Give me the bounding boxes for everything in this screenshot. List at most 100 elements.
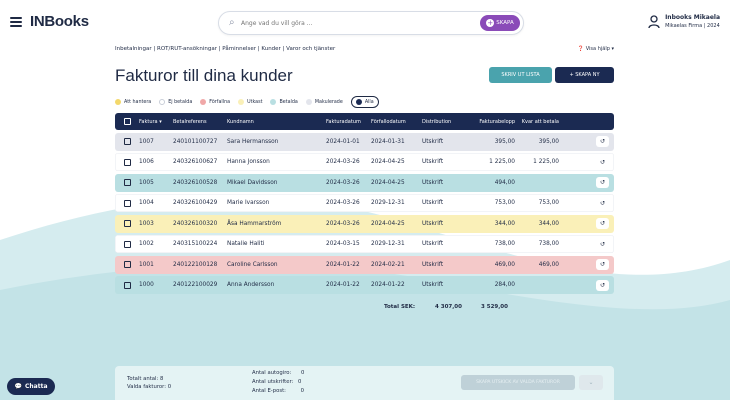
cell-name: Anna Andersson xyxy=(227,282,275,288)
cell-ref: 240326100429 xyxy=(173,200,218,206)
cell-ref: 240122100029 xyxy=(173,282,218,288)
cell-due: 2024-01-22 xyxy=(371,282,405,288)
cell-date: 2024-03-26 xyxy=(326,179,360,186)
cell-nr: 1005 xyxy=(139,179,154,186)
cell-amount: 494,00 xyxy=(494,179,515,186)
cell-nr: 1003 xyxy=(139,220,154,227)
history-icon[interactable]: ↺ xyxy=(596,218,609,229)
create-new-button[interactable]: + SKAPA NY xyxy=(555,67,614,83)
table-row[interactable]: 1002 240315100224 Natalie Haliti 2024-03-15… xyxy=(115,235,614,253)
legend-item[interactable]: Förfallna xyxy=(200,99,230,105)
chevron-down-icon: ▾ xyxy=(611,46,614,52)
column-header[interactable]: Distribution xyxy=(422,119,472,125)
cell-left: 753,00 xyxy=(538,200,559,206)
help-toggle[interactable]: ❓ Visa hjälp ▾ xyxy=(578,46,614,52)
cell-left: 395,00 xyxy=(538,138,559,145)
history-icon[interactable]: ↺ xyxy=(596,156,609,168)
column-header[interactable]: Faktura ▾ xyxy=(139,119,173,125)
cell-amount: 738,00 xyxy=(494,241,515,247)
row-checkbox[interactable] xyxy=(123,220,131,227)
table-row[interactable]: 1001 240122100128 Caroline Carlsson 2024-01… xyxy=(115,255,614,274)
status-dot-icon xyxy=(355,99,362,105)
history-icon[interactable]: ↺ xyxy=(596,136,609,147)
chat-icon: 💬 xyxy=(14,383,22,390)
row-checkbox[interactable] xyxy=(123,138,131,145)
app-logo[interactable]: INBooks xyxy=(30,13,89,30)
row-checkbox[interactable] xyxy=(123,281,131,289)
table-header: Faktura ▾ Betalreferens Kundnamn Faktura… xyxy=(115,113,614,130)
cell-nr: 1004 xyxy=(139,200,154,206)
send-selected-button[interactable]: SKAPA UTSKICK AV VALDA FAKTUROR xyxy=(461,375,575,390)
column-header[interactable]: Kundnamn xyxy=(227,119,326,125)
history-icon[interactable]: ↺ xyxy=(596,177,609,188)
print-list-button[interactable]: SKRIV UT LISTA xyxy=(489,67,552,83)
cell-nr: 1002 xyxy=(139,241,154,247)
row-checkbox[interactable] xyxy=(123,240,131,248)
cell-name: Mikael Davidsson xyxy=(227,179,278,186)
create-button[interactable]: + SKAPA xyxy=(480,15,520,31)
select-all-checkbox[interactable] xyxy=(123,118,131,125)
cell-nr: 1007 xyxy=(139,138,154,145)
row-checkbox[interactable] xyxy=(123,261,131,268)
table-row[interactable]: 1005 240326100528 Mikael Davidsson 2024-03-… xyxy=(115,173,614,192)
totals-row: Total SEK: 4 307,00 3 529,00 xyxy=(115,304,614,314)
table-row[interactable]: 1004 240326100429 Marie Ivarsson 2024-03-26… xyxy=(115,194,614,212)
row-checkbox[interactable] xyxy=(123,179,131,186)
legend-item[interactable]: Betalda xyxy=(270,99,298,105)
column-header[interactable]: Fakturadatum xyxy=(326,119,371,125)
sort-down-icon: ▾ xyxy=(159,118,162,125)
user-name: Inbooks Mikaela xyxy=(665,14,720,21)
top-bar: INBooks ⌕ +SKAPA Inbooks Mikaela Mikaela… xyxy=(0,0,730,48)
cell-ref: 240326100528 xyxy=(173,179,218,186)
row-checkbox[interactable] xyxy=(123,199,131,207)
cell-date: 2024-03-26 xyxy=(326,200,360,206)
row-checkbox[interactable] xyxy=(123,158,131,166)
cell-ref: 240122100128 xyxy=(173,261,218,268)
legend-item[interactable]: Att hantera xyxy=(115,99,151,105)
plus-icon: + xyxy=(486,18,495,27)
cell-name: Marie Ivarsson xyxy=(227,200,270,206)
legend-item[interactable]: Alla xyxy=(350,96,379,108)
table-row[interactable]: 1000 240122100029 Anna Andersson 2024-01-22… xyxy=(115,276,614,294)
table-row[interactable]: 1003 240326100320 Åsa Hammarström 2024-03-2… xyxy=(115,214,614,233)
status-legend: Att hantera Ej betalda Förfallna Utkast Beta… xyxy=(115,96,379,108)
more-options-button[interactable]: ⌄ xyxy=(579,375,603,390)
legend-item[interactable]: Makulerade xyxy=(305,99,343,105)
total-count: Totalt antal: 8 xyxy=(127,376,164,382)
cell-left: 1 225,00 xyxy=(533,159,559,165)
cell-due: 2024-04-25 xyxy=(371,220,405,227)
cell-left: 469,00 xyxy=(538,261,559,268)
cell-ref: 240101100727 xyxy=(173,138,218,145)
cell-date: 2024-01-01 xyxy=(326,138,360,145)
table-row[interactable]: 1006 240326100627 Hanna Jonsson 2024-03-26 2… xyxy=(115,153,614,171)
search-bar[interactable]: ⌕ +SKAPA xyxy=(218,11,524,35)
cell-nr: 1006 xyxy=(139,159,154,165)
user-menu[interactable]: Inbooks Mikaela Mikaelas Firma | 2024 xyxy=(648,14,720,29)
cell-dist: Utskrift xyxy=(422,159,444,165)
history-icon[interactable]: ↺ xyxy=(596,197,609,209)
chat-button[interactable]: 💬 Chatta xyxy=(7,378,55,395)
cell-date: 2024-03-26 xyxy=(326,220,360,227)
cell-due: 2024-01-31 xyxy=(371,138,405,145)
history-icon[interactable]: ↺ xyxy=(596,279,609,291)
search-input[interactable] xyxy=(241,16,441,30)
history-icon[interactable]: ↺ xyxy=(596,259,609,270)
column-header[interactable]: Förfallodatum xyxy=(371,119,422,125)
menu-icon[interactable] xyxy=(10,17,22,27)
column-header[interactable]: Kvar att betala xyxy=(515,119,559,125)
cell-amount: 284,00 xyxy=(494,282,515,288)
page-title: Fakturor till dina kunder xyxy=(115,66,293,85)
cell-name: Hanna Jonsson xyxy=(227,159,270,165)
user-company: Mikaelas Firma | 2024 xyxy=(665,23,720,29)
column-header[interactable]: Fakturabelopp xyxy=(472,119,515,125)
table-row[interactable]: 1007 240101100727 Sara Hermansson 2024-01-0… xyxy=(115,132,614,151)
breadcrumb[interactable]: Inbetalningar | ROT/RUT-ansökningar | På… xyxy=(115,46,335,52)
cell-due: 2024-04-25 xyxy=(371,159,405,165)
history-icon[interactable]: ↺ xyxy=(596,238,609,250)
cell-name: Åsa Hammarström xyxy=(227,220,282,227)
cell-amount: 1 225,00 xyxy=(489,159,515,165)
column-header[interactable]: Betalreferens xyxy=(173,119,227,125)
legend-item[interactable]: Utkast xyxy=(238,99,262,105)
cell-date: 2024-01-22 xyxy=(326,282,360,288)
legend-item[interactable]: Ej betalda xyxy=(159,99,192,105)
